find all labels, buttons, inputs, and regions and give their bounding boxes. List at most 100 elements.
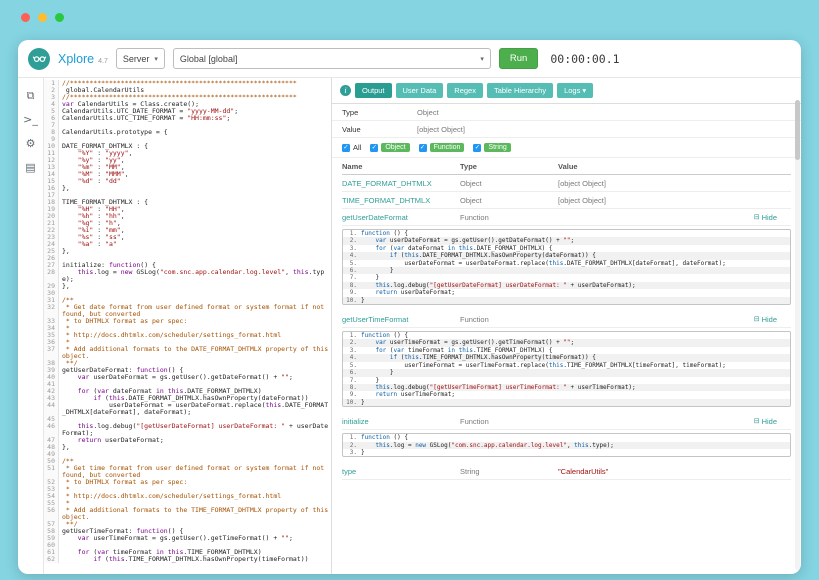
scrollbar-thumb[interactable] bbox=[795, 100, 800, 160]
tab-table-hierarchy[interactable]: Table Hierarchy bbox=[487, 83, 553, 98]
filter-function[interactable]: ✓Function bbox=[419, 143, 465, 152]
code-editor[interactable]: 1//*************************************… bbox=[44, 78, 332, 574]
tab-output[interactable]: Output bbox=[355, 83, 392, 98]
close-window-button[interactable] bbox=[21, 13, 30, 22]
result-type: String bbox=[460, 467, 480, 476]
editor-line[interactable]: 51 * Get time format from user defined f… bbox=[44, 465, 331, 479]
result-name-link[interactable]: TIME_FORMAT_DHTMLX bbox=[342, 196, 430, 205]
source-line-number: 7. bbox=[343, 377, 361, 384]
editor-line[interactable]: 15 "%d" : "dd" bbox=[44, 178, 331, 185]
hide-source-link[interactable]: ⊟Hide bbox=[754, 213, 791, 222]
editor-line[interactable]: 37 * Add additional formats to the DATE_… bbox=[44, 346, 331, 360]
source-line-number: 3. bbox=[343, 449, 361, 456]
filter-string[interactable]: ✓String bbox=[473, 143, 510, 152]
editor-line[interactable]: 28 this.log = new GSLog("com.snc.app.cal… bbox=[44, 269, 331, 283]
app-title: Xplore bbox=[58, 52, 94, 66]
function-source-block: 1.function () {2. var userDateFormat = g… bbox=[342, 229, 791, 305]
docs-book-icon[interactable]: ▤ bbox=[25, 162, 35, 173]
summary-value-row: Value [object Object] bbox=[332, 121, 801, 138]
checkbox-checked-icon[interactable]: ✓ bbox=[473, 144, 481, 152]
source-line-number: 6. bbox=[343, 369, 361, 376]
line-number: 46 bbox=[44, 423, 59, 437]
result-type: Object bbox=[460, 179, 482, 188]
filter-object[interactable]: ✓Object bbox=[370, 143, 409, 152]
result-type: Function bbox=[460, 417, 489, 426]
maximize-window-button[interactable] bbox=[55, 13, 64, 22]
checkbox-checked-icon[interactable]: ✓ bbox=[370, 144, 378, 152]
source-line-number: 1. bbox=[343, 434, 361, 441]
hide-source-link[interactable]: ⊟Hide bbox=[754, 315, 791, 324]
result-row: initialize Function ⊟Hide bbox=[342, 413, 791, 430]
line-number: 56 bbox=[44, 507, 59, 521]
main-content: ⧉ >_ ⚙ ▤ 1//*******************************… bbox=[18, 78, 801, 574]
console-icon[interactable]: >_ bbox=[23, 114, 38, 125]
result-name-link[interactable]: getUserTimeFormat bbox=[342, 315, 408, 324]
editor-line[interactable]: 6CalendarUtils.UTC_TIME_FORMAT = "HH:mm:… bbox=[44, 115, 331, 122]
tab-user-data[interactable]: User Data bbox=[396, 83, 444, 98]
tab-logs[interactable]: Logs ▾ bbox=[557, 83, 593, 98]
result-name-link[interactable]: type bbox=[342, 467, 356, 476]
editor-line[interactable]: 25}, bbox=[44, 248, 331, 255]
editor-line[interactable]: 44 userDateFormat = userDateFormat.repla… bbox=[44, 402, 331, 416]
source-line-number: 2. bbox=[343, 339, 361, 346]
source-line-number: 5. bbox=[343, 260, 361, 267]
editor-line[interactable]: 52 * to DHTMLX format as per spec: bbox=[44, 479, 331, 486]
app-version: 4.7 bbox=[98, 58, 108, 65]
editor-line[interactable]: 62 if (this.TIME_FORMAT_DHTMLX.hasOwnPro… bbox=[44, 556, 331, 563]
filter-all[interactable]: ✓All bbox=[342, 143, 361, 152]
source-line-number: 8. bbox=[343, 384, 361, 391]
minimize-window-button[interactable] bbox=[38, 13, 47, 22]
function-source-block: 1.function () {2. this.log = new GSLog("… bbox=[342, 433, 791, 457]
editor-line[interactable]: 16}, bbox=[44, 185, 331, 192]
tab-regex[interactable]: Regex bbox=[447, 83, 483, 98]
editor-line[interactable]: 8CalendarUtils.prototype = { bbox=[44, 129, 331, 136]
editor-line[interactable]: 47 return userDateFormat; bbox=[44, 437, 331, 444]
result-type: Object bbox=[460, 196, 482, 205]
editor-line[interactable]: 59 var userTimeFormat = gs.getUser().get… bbox=[44, 535, 331, 542]
editor-line[interactable]: 56 * Add additional formats to the TIME_… bbox=[44, 507, 331, 521]
editor-line[interactable]: 49 bbox=[44, 451, 331, 458]
line-number: 51 bbox=[44, 465, 59, 479]
source-line-number: 3. bbox=[343, 347, 361, 354]
run-button[interactable]: Run bbox=[499, 48, 538, 69]
source-line-number: 4. bbox=[343, 354, 361, 361]
editor-line[interactable]: 30 bbox=[44, 290, 331, 297]
settings-gear-icon[interactable]: ⚙ bbox=[26, 138, 36, 149]
editor-line[interactable]: 32 * Get date format from user defined f… bbox=[44, 304, 331, 318]
results-table-body: DATE_FORMAT_DHTMLXObject[object Object]T… bbox=[342, 175, 791, 480]
server-select[interactable]: Server ▾ bbox=[116, 48, 165, 69]
editor-line[interactable]: 48}, bbox=[44, 444, 331, 451]
editor-line[interactable]: 40 var userDateFormat = gs.getUser().get… bbox=[44, 374, 331, 381]
checkbox-checked-icon[interactable]: ✓ bbox=[419, 144, 427, 152]
filter-label: Function bbox=[430, 143, 465, 152]
result-name-link[interactable]: initialize bbox=[342, 417, 369, 426]
result-name-link[interactable]: getUserDateFormat bbox=[342, 213, 408, 222]
filter-label: Object bbox=[381, 143, 409, 152]
filter-label: All bbox=[353, 143, 361, 152]
source-line-number: 10. bbox=[343, 297, 361, 304]
left-toolbar: ⧉ >_ ⚙ ▤ bbox=[18, 78, 44, 574]
result-row: getUserTimeFormatFunction⊟Hide bbox=[342, 311, 791, 328]
source-line-number: 9. bbox=[343, 391, 361, 398]
collapse-icon: ⊟ bbox=[754, 417, 760, 425]
results-table: Name Type Value DATE_FORMAT_DHTMLXObject… bbox=[332, 158, 801, 574]
source-line-number: 4. bbox=[343, 252, 361, 259]
editor-line[interactable]: 24 "%a" : "a" bbox=[44, 241, 331, 248]
summary-label: Type bbox=[342, 108, 417, 117]
editor-line[interactable]: 35 * http://docs.dhtmlx.com/scheduler/se… bbox=[44, 332, 331, 339]
execution-timer: 00:00:00.1 bbox=[550, 52, 619, 66]
info-icon[interactable]: i bbox=[340, 85, 351, 96]
editor-line[interactable]: 33 * to DHTMLX format as per spec: bbox=[44, 318, 331, 325]
editor-line[interactable]: 29}, bbox=[44, 283, 331, 290]
scope-select[interactable]: Global [global] ▾ bbox=[173, 48, 491, 69]
results-scrollbar[interactable] bbox=[795, 100, 800, 570]
xplore-window: Xplore 4.7 Server ▾ Global [global] ▾ Ru… bbox=[18, 40, 801, 574]
result-type: Function bbox=[460, 213, 489, 222]
result-name-link[interactable]: DATE_FORMAT_DHTMLX bbox=[342, 179, 432, 188]
editor-line[interactable]: 46 this.log.debug("[getUserDateFormat] u… bbox=[44, 423, 331, 437]
editor-line[interactable]: 54 * http://docs.dhtmlx.com/scheduler/se… bbox=[44, 493, 331, 500]
checkbox-checked-icon[interactable]: ✓ bbox=[342, 144, 350, 152]
source-line-number: 2. bbox=[343, 442, 361, 449]
hide-source-link[interactable]: ⊟Hide bbox=[754, 417, 791, 426]
open-new-window-icon[interactable]: ⧉ bbox=[27, 90, 35, 101]
